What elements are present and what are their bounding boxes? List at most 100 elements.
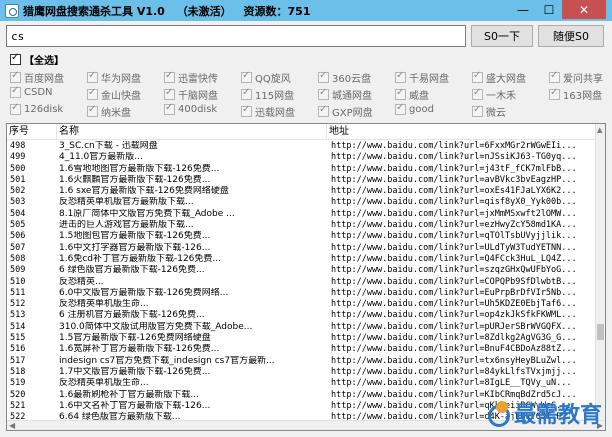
checkbox-icon (241, 104, 252, 117)
scroll-up-icon[interactable]: ▲ (597, 126, 602, 134)
watermark-text: 最需教育 (513, 402, 602, 428)
table-row[interactable]: 515 1.5官方最新版下载-126免费网络硬盘 http://www.baidu.… (7, 333, 597, 344)
filter-checkbox[interactable]: 城通网盘 (318, 87, 372, 102)
column-header-url[interactable]: 地址 (327, 124, 597, 140)
row-url: http://www.baidu.com/link?url=BnuF4CBDoA… (331, 344, 577, 355)
row-name: 6.0中文版官方最新版下载-126免费网络... (59, 287, 229, 298)
checkbox-icon (164, 87, 175, 100)
filter-checkbox[interactable]: 威盘 (395, 87, 429, 102)
row-name: indesign cs7官方免费下载_indesign cs7官方最新... (59, 355, 275, 366)
filter-checkbox[interactable]: 华为网盘 (87, 70, 141, 85)
table-row[interactable]: 511 6.0中文版官方最新版下载-126免费网络... http://www.ba… (7, 288, 597, 299)
window-title: 猎鹰网盘搜索通杀工具 V1.0 （未激活） 资源数：751 (23, 3, 319, 19)
filter-checkbox[interactable]: 金山快盘 (87, 87, 141, 102)
table-row[interactable]: 518 1.7中文版官方最新版下载-126免费... http://www.baid… (7, 367, 597, 378)
row-index: 504 (10, 208, 26, 219)
filter-checkbox[interactable]: 400disk (164, 102, 217, 115)
filter-label: good (409, 104, 434, 115)
table-row[interactable]: 503 反恐精英单机版官方最新版下载... http://www.baidu.com… (7, 197, 597, 208)
table-row[interactable]: 508 1.6免cd补丁官方最新版下载-126免费... http://www.ba… (7, 254, 597, 265)
filter-label: 163网盘 (563, 91, 603, 102)
table-row[interactable]: 506 1.5地图包官方最新版下载-126免费... http://www.baid… (7, 231, 597, 242)
row-name: 1.6 sxe官方最新版下载-126免费网络硬盘 (59, 186, 229, 197)
row-name: 8.1原厂简体中文版官方免费下载_Adobe ... (59, 208, 235, 219)
filter-checkbox[interactable]: good (395, 102, 434, 115)
filter-checkbox[interactable]: 迅雷快传 (164, 70, 218, 85)
scroll-thumb[interactable] (597, 324, 604, 340)
row-name: 1.5地图包官方最新版下载-126免费... (59, 231, 211, 242)
filter-checkbox[interactable]: 115网盘 (241, 87, 294, 102)
row-index: 498 (10, 141, 26, 151)
row-name: 反恐精英... (59, 276, 104, 287)
checkbox-icon (10, 52, 21, 65)
row-url: http://www.baidu.com/link?url=8Zdlkg2AgV… (331, 333, 577, 344)
table-row[interactable]: 504 8.1原厂简体中文版官方免费下载_Adobe ... http://www.… (7, 209, 597, 220)
row-index: 520 (10, 389, 26, 400)
column-header-name[interactable]: 名称 (57, 124, 327, 140)
filter-checkbox[interactable]: 千易网盘 (395, 70, 449, 85)
table-row[interactable]: 516 1.6宽屏补丁官方最新版下载-126免费... http://www.bai… (7, 344, 597, 355)
filter-checkbox[interactable]: GXP网盘 (318, 104, 373, 119)
filter-label: 126disk (24, 104, 64, 115)
table-row[interactable]: 513 6 注册机官方最新版下载-126免费... http://www.baidu… (7, 310, 597, 321)
table-row[interactable]: 517 indesign cs7官方免费下载_indesign cs7官方最新..… (7, 356, 597, 367)
filter-checkbox[interactable]: 360云盘 (318, 70, 371, 85)
table-row[interactable]: 507 1.6中文打字器官方最新版下载-126... http://www.baid… (7, 243, 597, 254)
filter-checkbox[interactable]: 爱问共享 (549, 70, 603, 85)
close-button[interactable]: ✕ (562, 0, 606, 19)
filter-label: 115网盘 (255, 91, 295, 102)
select-all-checkbox[interactable]: 【全选】 (10, 52, 64, 67)
table-row[interactable]: 514 310.0简体中文版试用版官方免费下载_Adobe... http://ww… (7, 322, 597, 333)
row-name: 6 绿色版官方最新版下载-126免费... (59, 265, 205, 276)
table-row[interactable]: 510 反恐精英... http://www.baidu.com/link?url=… (7, 277, 597, 288)
row-name: 1.6中文打字器官方最新版下载-126... (59, 242, 211, 253)
filter-checkbox[interactable]: 百度网盘 (10, 70, 64, 85)
table-row[interactable]: 509 6 绿色版官方最新版下载-126免费... http://www.baidu… (7, 265, 597, 276)
filter-label: 千易网盘 (409, 74, 449, 85)
filter-checkbox[interactable]: 纳米盘 (87, 104, 131, 119)
minimize-button[interactable]: — (510, 0, 536, 19)
table-row[interactable]: 498 3_SC.cn下载 - 迅载网盘 http://www.baidu.com/… (7, 141, 597, 152)
row-index: 507 (10, 242, 26, 253)
row-name: 1.6雪地地图官方最新版下载-126免费... (59, 163, 220, 174)
filter-checkbox[interactable]: QQ旋风 (241, 70, 291, 85)
filter-checkbox[interactable]: 千脑网盘 (164, 87, 218, 102)
filter-label: 金山快盘 (101, 91, 141, 102)
row-index: 506 (10, 231, 26, 242)
vertical-scrollbar[interactable]: ▲ (595, 124, 605, 421)
row-index: 509 (10, 265, 26, 276)
scroll-left-icon[interactable]: ◀ (9, 421, 15, 430)
filter-checkbox[interactable]: 163网盘 (549, 87, 602, 102)
row-url: http://www.baidu.com/link?url=jxMmMSxwft… (331, 208, 577, 219)
table-row[interactable]: 501 1.6火麒麟官方最新版下载-126免费... http://www.baid… (7, 175, 597, 186)
filter-label: 迅载网盘 (255, 108, 295, 119)
maximize-button[interactable]: ☐ (536, 0, 562, 19)
search-row: S0一下 随便S0 (6, 25, 606, 47)
row-name: 进击的巨人游戏官方最新版下载... (59, 220, 194, 231)
filter-checkbox[interactable]: 126disk (10, 102, 64, 115)
table-row[interactable]: 502 1.6 sxe官方最新版下载-126免费网络硬盘 http://www.ba… (7, 186, 597, 197)
filter-checkbox[interactable]: 微云 (472, 104, 506, 119)
row-index: 519 (10, 378, 26, 389)
row-index: 508 (10, 253, 26, 264)
row-name: 1.6最新刷枪补丁官方最新版下载... (59, 389, 199, 400)
search-button[interactable]: S0一下 (471, 25, 533, 47)
table-row[interactable]: 500 1.6雪地地图官方最新版下载-126免费... http://www.bai… (7, 164, 597, 175)
table-row[interactable]: 499 4_11.0官方最新版... http://www.baidu.com/li… (7, 152, 597, 163)
row-url: http://www.baidu.com/link?url=Q4FCck3HuL… (331, 253, 577, 264)
checkbox-icon (87, 70, 98, 83)
table-row[interactable]: 512 反恐精英单机版生命... http://www.baidu.com/link… (7, 299, 597, 310)
filter-checkbox[interactable]: 迅载网盘 (241, 104, 295, 119)
checkbox-icon (395, 87, 406, 100)
filter-checkbox[interactable]: CSDN (10, 85, 53, 98)
random-search-button[interactable]: 随便S0 (538, 25, 604, 47)
filter-checkbox[interactable]: 一木禾 (472, 87, 516, 102)
table-row[interactable]: 519 反恐精英单机版生命... http://www.baidu.com/link… (7, 378, 597, 389)
table-row[interactable]: 505 进击的巨人游戏官方最新版下载... http://www.baidu.com… (7, 220, 597, 231)
checkbox-icon (164, 70, 175, 83)
app-title: 猎鹰网盘搜索通杀工具 V1.0 (23, 4, 165, 18)
filter-checkbox[interactable]: 盛大网盘 (472, 70, 526, 85)
search-input[interactable] (6, 25, 466, 47)
row-index: 503 (10, 197, 26, 208)
column-header-index[interactable]: 序号 (7, 124, 57, 140)
